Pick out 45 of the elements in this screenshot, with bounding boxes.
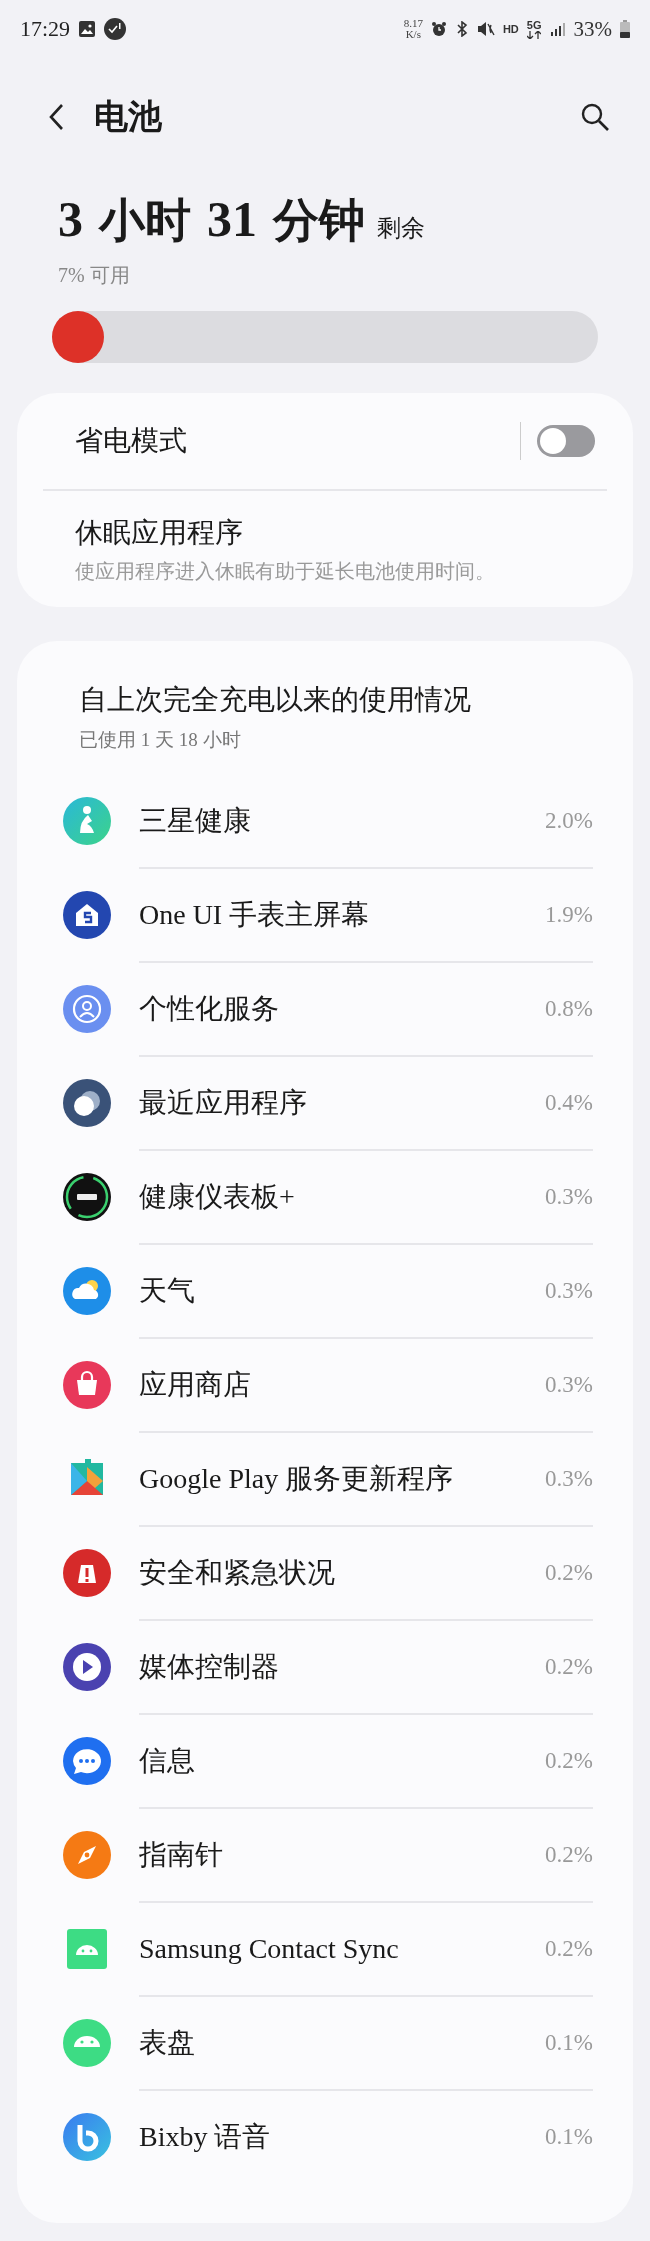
app-name[interactable]: Samsung Contact Sync [139, 1933, 546, 1965]
page-title: 电池 [94, 97, 162, 137]
clock-time: 17:29 [20, 16, 71, 42]
usage-percent: 0.3% [545, 1184, 593, 1210]
remaining-time: 3 小时 31 分钟 [58, 190, 365, 249]
usage-percent: 0.1% [545, 2030, 593, 2056]
app-name[interactable]: 指南针 [139, 1836, 546, 1874]
network-speed: 8.17 [403, 18, 423, 29]
network-speed: K/s [405, 29, 421, 40]
app-name[interactable]: 最近应用程序 [139, 1084, 546, 1122]
usage-percent: 0.1% [545, 2124, 593, 2150]
usage-duration: 已使用 1 天 18 小时 [78, 728, 242, 752]
app-name[interactable]: 信息 [139, 1742, 546, 1780]
app-name[interactable]: One UI 手表主屏幕 [139, 896, 546, 934]
hd-indicator: HD [502, 23, 519, 35]
app-name[interactable]: 应用商店 [139, 1366, 546, 1404]
usage-percent: 1.9% [545, 902, 593, 928]
usage-percent: 0.8% [545, 996, 593, 1022]
app-name[interactable]: Bixby 语音 [139, 2118, 546, 2156]
remaining-label: 剩余 [377, 214, 425, 243]
usage-percent: 0.3% [545, 1466, 593, 1492]
app-name[interactable]: 天气 [139, 1272, 546, 1310]
usage-percent: 0.3% [545, 1278, 593, 1304]
usage-percent: 0.2% [545, 1654, 593, 1680]
app-name[interactable]: 表盘 [139, 2024, 546, 2062]
app-name[interactable]: 健康仪表板+ [139, 1178, 546, 1216]
usage-percent: 0.2% [545, 1842, 593, 1868]
usage-percent: 0.3% [545, 1372, 593, 1398]
usage-percent: 0.2% [545, 1936, 593, 1962]
app-name[interactable]: 三星健康 [139, 802, 546, 840]
setting-label[interactable]: 休眠应用程序 [75, 513, 243, 552]
app-name[interactable]: 媒体控制器 [139, 1648, 546, 1686]
setting-label: 省电模式 [75, 424, 188, 458]
app-name[interactable]: 安全和紧急状况 [139, 1554, 546, 1592]
battery-percent: 33% [573, 16, 612, 42]
network-type: 5G [526, 19, 542, 31]
section-title: 自上次完全充电以来的使用情况 [78, 683, 472, 717]
usage-percent: 0.2% [545, 1560, 593, 1586]
setting-description: 使应用程序进入休眠有助于延长电池使用时间。 [75, 558, 495, 584]
app-name[interactable]: 个性化服务 [139, 990, 546, 1028]
usage-percent: 2.0% [545, 808, 593, 834]
usage-percent: 0.2% [545, 1748, 593, 1774]
app-name[interactable]: Google Play 服务更新程序 [139, 1460, 546, 1498]
usage-percent: 0.4% [545, 1090, 593, 1116]
available-percent: 7% 可用 [57, 263, 131, 288]
